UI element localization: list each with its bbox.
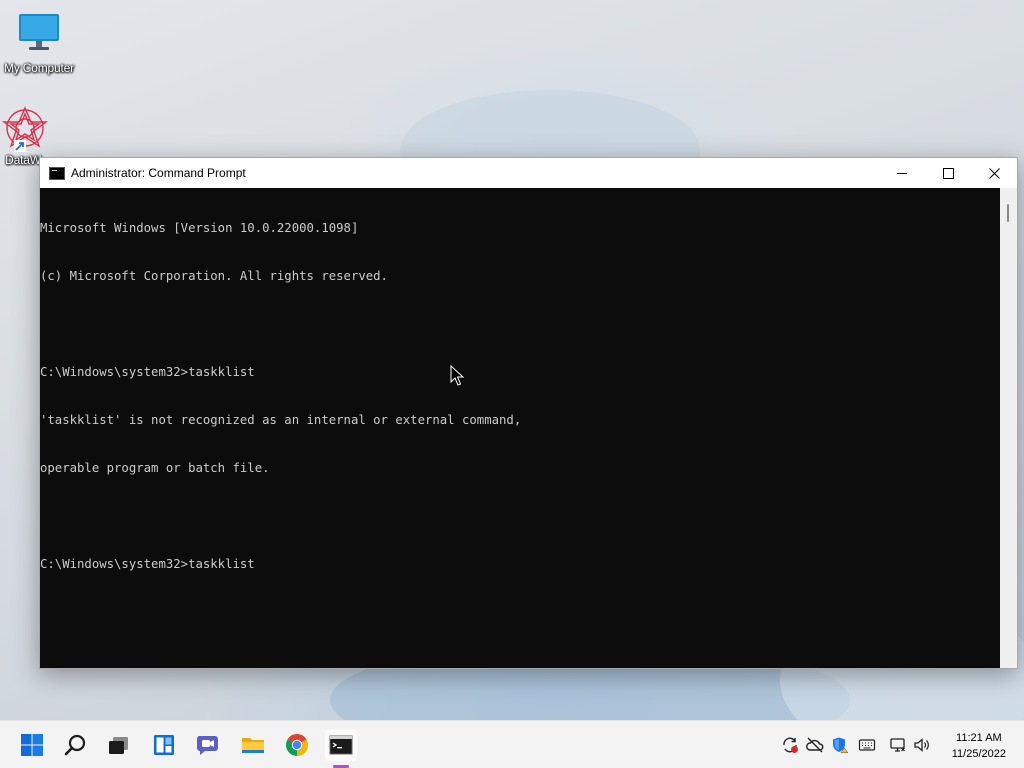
console-line: 'taskklist' is not recognized as an inte… [40,413,522,427]
keyboard-icon [858,739,876,751]
search-button[interactable] [60,729,92,761]
clock-date: 11/25/2022 [951,748,1006,760]
file-explorer-button[interactable] [237,729,269,761]
datawatch-icon [1,106,49,152]
maximize-button[interactable] [925,158,971,188]
taskbar: 11:21 AM 11/25/2022 [0,720,1024,768]
tray-keyboard[interactable] [858,736,876,754]
chrome-icon [286,734,308,756]
console-line: C:\Windows\system32>taskklist [40,365,255,379]
console-output[interactable]: Microsoft Windows [Version 10.0.22000.10… [40,188,1000,668]
minimize-icon [897,172,907,174]
onedrive-icon [806,737,824,753]
widgets-button[interactable] [148,729,180,761]
close-icon [988,167,1000,179]
task-view-icon [109,737,128,754]
widgets-icon [154,735,174,755]
teams-chat-icon [196,736,218,755]
chrome-button[interactable] [281,729,313,761]
window-titlebar[interactable]: Administrator: Command Prompt [40,158,1017,188]
tray-sync[interactable] [781,736,799,754]
desktop-icon-label: My Computer [4,61,74,75]
folder-icon [242,738,264,753]
window-title: Administrator: Command Prompt [71,166,246,180]
close-button[interactable] [971,158,1017,188]
console-line: (c) Microsoft Corporation. All rights re… [40,269,388,283]
task-view-button[interactable] [103,729,135,761]
chat-button[interactable] [192,729,224,761]
scrollbar-thumb[interactable] [1007,204,1009,222]
maximize-icon [942,167,954,179]
cmd-icon [49,166,65,180]
tray-security[interactable] [830,736,848,754]
tray-volume[interactable] [913,736,931,754]
clock-time: 11:21 AM [956,732,1002,744]
sync-icon [783,737,798,753]
volume-icon [914,738,929,752]
cmd-icon [329,735,353,755]
command-prompt-window[interactable]: Administrator: Command Prompt Microsoft … [39,157,1018,669]
security-icon [833,737,848,753]
monitor-icon [19,14,59,50]
console-input-line[interactable]: C:\Windows\system32>taskklist [40,556,1000,572]
console-line: Microsoft Windows [Version 10.0.22000.10… [40,221,359,235]
console-scrollbar[interactable] [1000,188,1017,668]
tray-network[interactable] [889,736,907,754]
taskbar-clock[interactable]: 11:21 AM 11/25/2022 [952,730,1006,762]
minimize-button[interactable] [879,158,925,188]
tray-onedrive[interactable] [806,736,824,754]
windows-start-icon [21,734,43,756]
mouse-cursor-icon [450,365,464,386]
desktop-icon-my-computer[interactable]: My Computer [0,10,78,75]
cmd-taskbar-button[interactable] [325,729,357,761]
network-icon [890,738,905,752]
console-line: operable program or batch file. [40,461,270,475]
start-button[interactable] [16,729,48,761]
search-icon [64,734,86,756]
